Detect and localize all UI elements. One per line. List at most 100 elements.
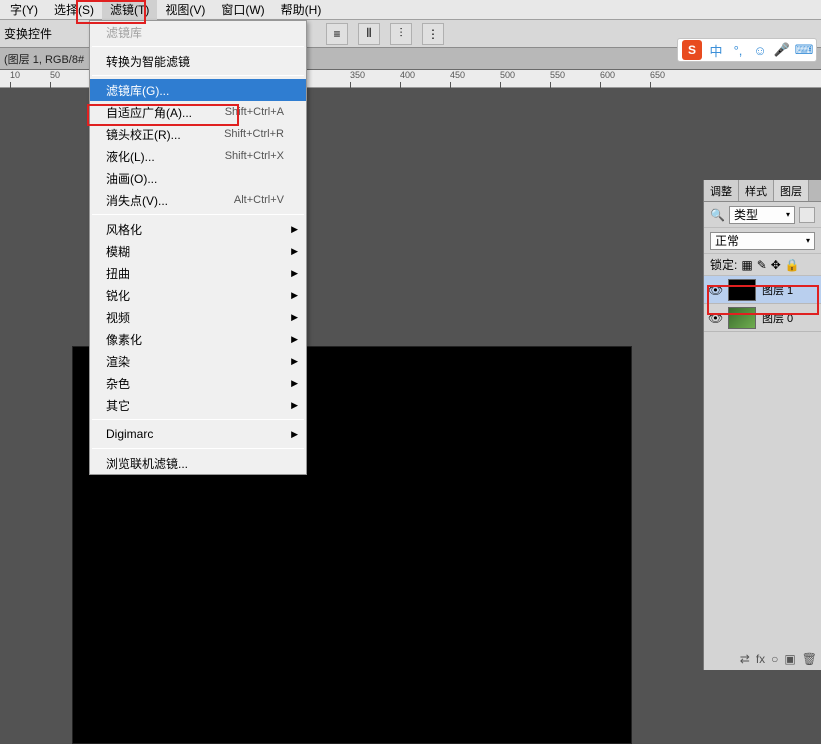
menu-separator [92, 419, 304, 420]
chevron-down-icon: ▾ [806, 236, 810, 245]
ruler-tick: 10 [10, 70, 20, 80]
chevron-down-icon: ▾ [786, 210, 790, 219]
menu-item-label: 视频 [106, 309, 284, 326]
lock-brush-icon[interactable]: ✎ [757, 258, 767, 272]
menu-item-label: 镜头校正(R)... [106, 126, 224, 143]
menu-item-label: 渲染 [106, 353, 284, 370]
menu-item[interactable]: 其它 ▶ [90, 394, 306, 416]
ruler-tick: 400 [400, 70, 415, 80]
fx-icon[interactable]: fx [756, 652, 765, 666]
menu-view[interactable]: 视图(V) [157, 0, 213, 20]
panel-footer: ⇄ fx ○ ▣ 🗑 [740, 650, 817, 668]
menu-item[interactable]: 视频 ▶ [90, 306, 306, 328]
menu-item-label: 杂色 [106, 375, 284, 392]
layer-filter-row: 🔍 类型 ▾ [704, 202, 821, 228]
lock-move-icon[interactable]: ✥ [771, 258, 781, 272]
menu-shortcut: Shift+Ctrl+X [225, 150, 284, 162]
ruler-tick: 450 [450, 70, 465, 80]
panel-tabs: 调整 样式 图层 [704, 180, 821, 202]
menu-item-label: 其它 [106, 397, 284, 414]
menu-item[interactable]: 浏览联机滤镜... [90, 452, 306, 474]
menu-item[interactable]: 像素化▶ [90, 328, 306, 350]
menu-item[interactable]: 模糊▶ [90, 240, 306, 262]
ime-lang-icon[interactable]: 中 [708, 42, 724, 58]
ruler-tick: 350 [350, 70, 365, 80]
layer-row[interactable]: 👁 图层 0 [704, 304, 821, 332]
new-layer-icon[interactable]: ▣ [784, 652, 795, 666]
tab-adjustments[interactable]: 调整 [704, 180, 739, 201]
blend-mode-select[interactable]: 正常 ▾ [710, 232, 815, 250]
menu-shortcut: Alt+Ctrl+V [234, 194, 284, 206]
ime-emoji-icon[interactable]: ☺ [752, 42, 768, 58]
menubar: 字(Y) 选择(S) 滤镜(T) 视图(V) 窗口(W) 帮助(H) [0, 0, 821, 20]
menu-item[interactable]: 渲染▶ [90, 350, 306, 372]
layer-name[interactable]: 图层 1 [762, 282, 793, 298]
trash-icon[interactable]: 🗑 [802, 652, 817, 666]
lock-pixels-icon[interactable]: ▦ [741, 258, 752, 272]
ruler-tick: 550 [550, 70, 565, 80]
mask-icon[interactable]: ○ [771, 652, 778, 666]
menu-item[interactable]: 油画(O)... [90, 167, 306, 189]
menu-select[interactable]: 选择(S) [46, 0, 102, 20]
menu-item[interactable]: 消失点(V)...Alt+Ctrl+V [90, 189, 306, 211]
menu-item-label: 自适应广角(A)... [106, 104, 225, 121]
layer-name[interactable]: 图层 0 [762, 310, 793, 326]
menu-item[interactable]: 扭曲 ▶ [90, 262, 306, 284]
visibility-icon[interactable]: 👁 [708, 283, 722, 297]
menu-window[interactable]: 窗口(W) [213, 0, 272, 20]
visibility-icon[interactable]: 👁 [708, 311, 722, 325]
ime-keyboard-icon[interactable]: ⌨ [796, 42, 812, 58]
menu-item-label: 滤镜库 [106, 24, 284, 41]
menu-item[interactable]: 杂色▶ [90, 372, 306, 394]
menu-item[interactable]: 镜头校正(R)...Shift+Ctrl+R [90, 123, 306, 145]
chevron-right-icon: ▶ [291, 400, 298, 411]
menu-item[interactable]: 转换为智能滤镜 [90, 50, 306, 72]
ime-punct-icon[interactable]: °, [730, 42, 746, 58]
menu-item-label: 转换为智能滤镜 [106, 53, 284, 70]
filter-icon[interactable] [799, 207, 815, 223]
ruler-tick: 600 [600, 70, 615, 80]
menu-separator [92, 448, 304, 449]
menu-item[interactable]: 滤镜库(G)... [90, 79, 306, 101]
link-icon[interactable]: ⇄ [740, 652, 750, 666]
layer-filter-select[interactable]: 类型 ▾ [729, 206, 795, 224]
menu-font[interactable]: 字(Y) [2, 0, 46, 20]
chevron-right-icon: ▶ [291, 268, 298, 279]
select-value: 类型 [734, 206, 758, 223]
align-icon[interactable]: ≡ [326, 23, 348, 45]
menu-item-label: 消失点(V)... [106, 192, 234, 209]
lock-all-icon[interactable]: 🔒 [785, 258, 800, 272]
menu-separator [92, 214, 304, 215]
ruler-tick: 500 [500, 70, 515, 80]
align-icon-4[interactable]: ⋮ [422, 23, 444, 45]
menu-item[interactable]: 风格化▶ [90, 218, 306, 240]
menu-item[interactable]: Digimarc▶ [90, 423, 306, 445]
menu-item[interactable]: 自适应广角(A)...Shift+Ctrl+A [90, 101, 306, 123]
menu-shortcut: Shift+Ctrl+R [224, 128, 284, 140]
menu-item-label: 油画(O)... [106, 170, 284, 187]
layer-thumbnail[interactable] [728, 279, 756, 301]
layer-thumbnail[interactable] [728, 307, 756, 329]
ruler-tick: 650 [650, 70, 665, 80]
tab-layers[interactable]: 图层 [774, 180, 809, 201]
menu-item-label: 扭曲 [106, 265, 284, 282]
menu-item[interactable]: 液化(L)...Shift+Ctrl+X [90, 145, 306, 167]
document-tab[interactable]: (图层 1, RGB/8# [4, 51, 84, 67]
panel-dock: 调整 样式 图层 🔍 类型 ▾ 正常 ▾ 锁定: ▦ ✎ ✥ 🔒 👁 图层 1 … [703, 180, 821, 670]
filter-dropdown: 滤镜库转换为智能滤镜滤镜库(G)...自适应广角(A)...Shift+Ctrl… [89, 20, 307, 475]
menu-item[interactable]: 锐化▶ [90, 284, 306, 306]
ime-mic-icon[interactable]: 🎤 [774, 42, 790, 58]
ime-toolbar[interactable]: S 中 °, ☺ 🎤 ⌨ [677, 38, 817, 62]
menu-item: 滤镜库 [90, 21, 306, 43]
sogou-logo-icon[interactable]: S [682, 40, 702, 60]
toolbar-label: 变换控件 [4, 25, 52, 42]
select-value: 正常 [715, 232, 739, 249]
menu-help[interactable]: 帮助(H) [273, 0, 330, 20]
align-icon-3[interactable]: ⫶ [390, 23, 412, 45]
align-icon-2[interactable]: ⫴ [358, 23, 380, 45]
chevron-right-icon: ▶ [291, 312, 298, 323]
layer-row[interactable]: 👁 图层 1 [704, 276, 821, 304]
menu-filter[interactable]: 滤镜(T) [102, 0, 157, 20]
tab-styles[interactable]: 样式 [739, 180, 774, 201]
chevron-right-icon: ▶ [291, 246, 298, 257]
